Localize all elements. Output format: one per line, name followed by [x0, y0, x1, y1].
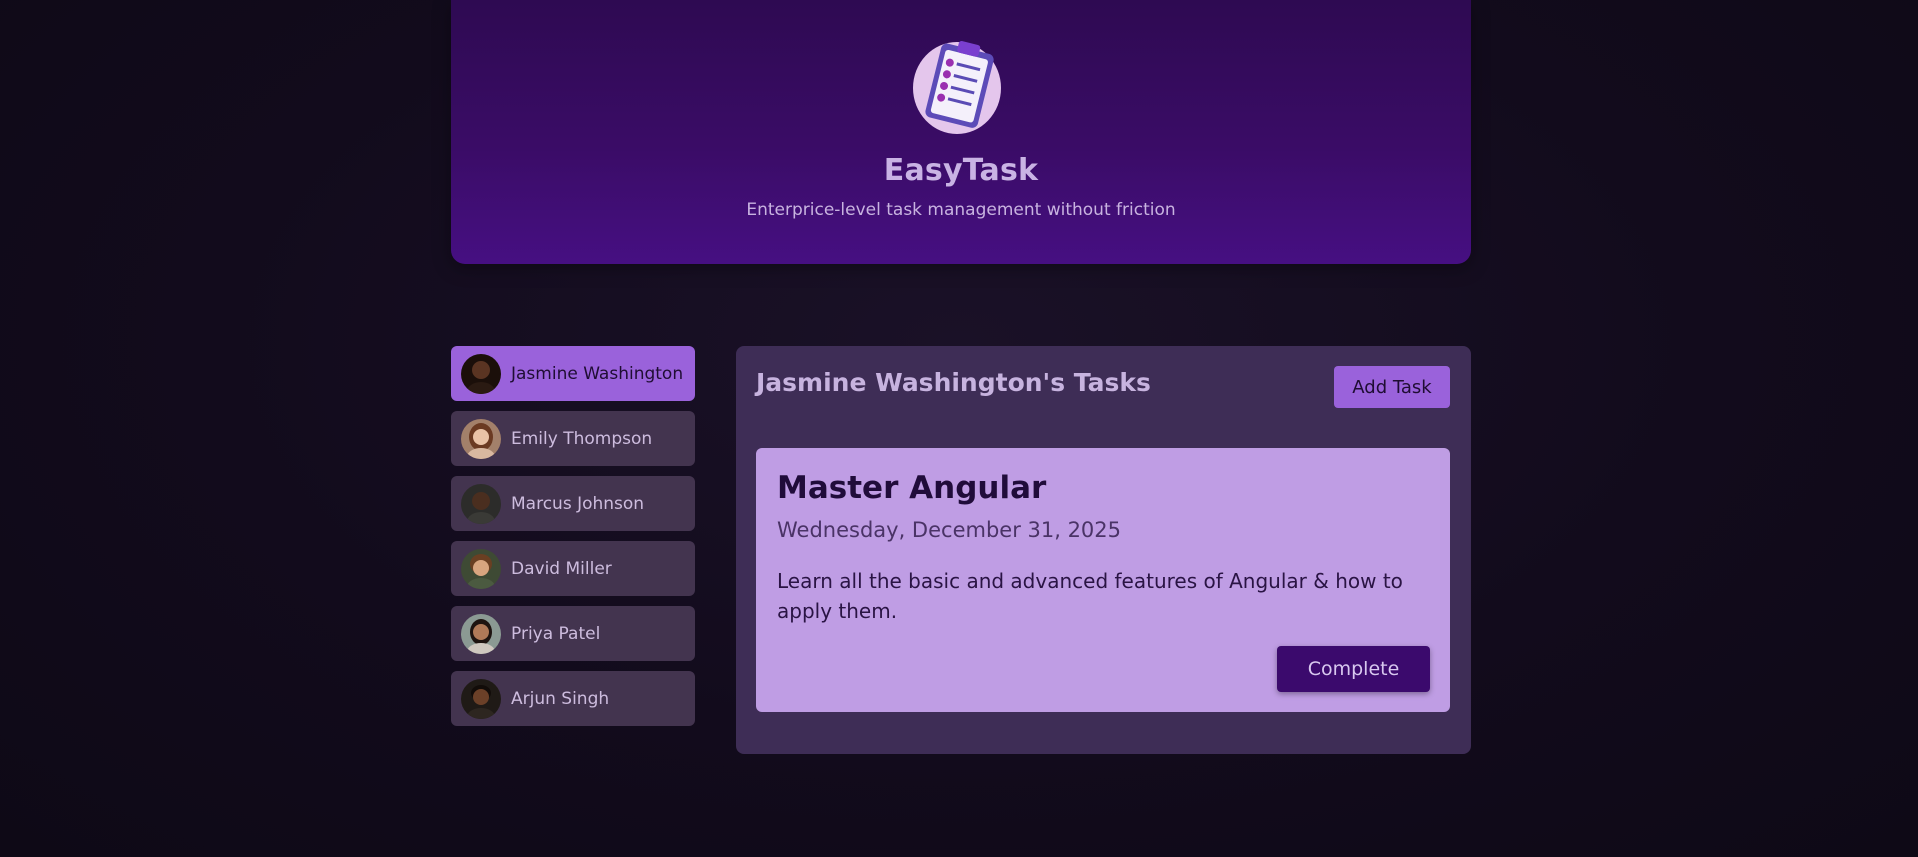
user-name: Marcus Johnson	[511, 493, 645, 514]
avatar	[461, 613, 501, 654]
user-item-marcus-johnson[interactable]: Marcus Johnson	[451, 476, 695, 531]
task-title: Master Angular	[777, 470, 1047, 506]
user-item-arjun-singh[interactable]: Arjun Singh	[451, 671, 695, 726]
add-task-button[interactable]: Add Task	[1334, 366, 1450, 408]
user-item-priya-patel[interactable]: Priya Patel	[451, 606, 695, 661]
user-name: David Miller	[511, 558, 612, 579]
avatar	[461, 548, 501, 589]
user-item-jasmine-washington[interactable]: Jasmine Washington	[451, 346, 695, 401]
task-card: Master Angular Wednesday, December 31, 2…	[756, 448, 1450, 712]
complete-button[interactable]: Complete	[1277, 646, 1430, 692]
app-title: EasyTask	[883, 153, 1039, 188]
users-list: Jasmine Washington Emily Thompson Marcus…	[451, 346, 695, 736]
tasks-panel: Jasmine Washington's Tasks Add Task Mast…	[736, 346, 1471, 754]
avatar	[461, 483, 501, 524]
task-date: Wednesday, December 31, 2025	[777, 518, 1122, 542]
avatar	[461, 353, 501, 394]
app-header: EasyTask Enterprice-level task managemen…	[451, 0, 1471, 264]
user-name: Emily Thompson	[511, 428, 653, 449]
avatar	[461, 418, 501, 459]
user-item-emily-thompson[interactable]: Emily Thompson	[451, 411, 695, 466]
task-description: Learn all the basic and advanced feature…	[777, 569, 1403, 623]
user-item-david-miller[interactable]: David Miller	[451, 541, 695, 596]
user-name: Jasmine Washington	[511, 363, 684, 384]
user-name: Priya Patel	[511, 623, 601, 644]
tasks-title: Jasmine Washington's Tasks	[756, 368, 1151, 397]
user-name: Arjun Singh	[511, 688, 610, 709]
clipboard-checklist-icon	[909, 34, 1005, 134]
avatar	[461, 678, 501, 719]
app-subtitle: Enterprice-level task management without…	[746, 200, 1176, 220]
app-root: EasyTask Enterprice-level task managemen…	[0, 0, 1918, 857]
